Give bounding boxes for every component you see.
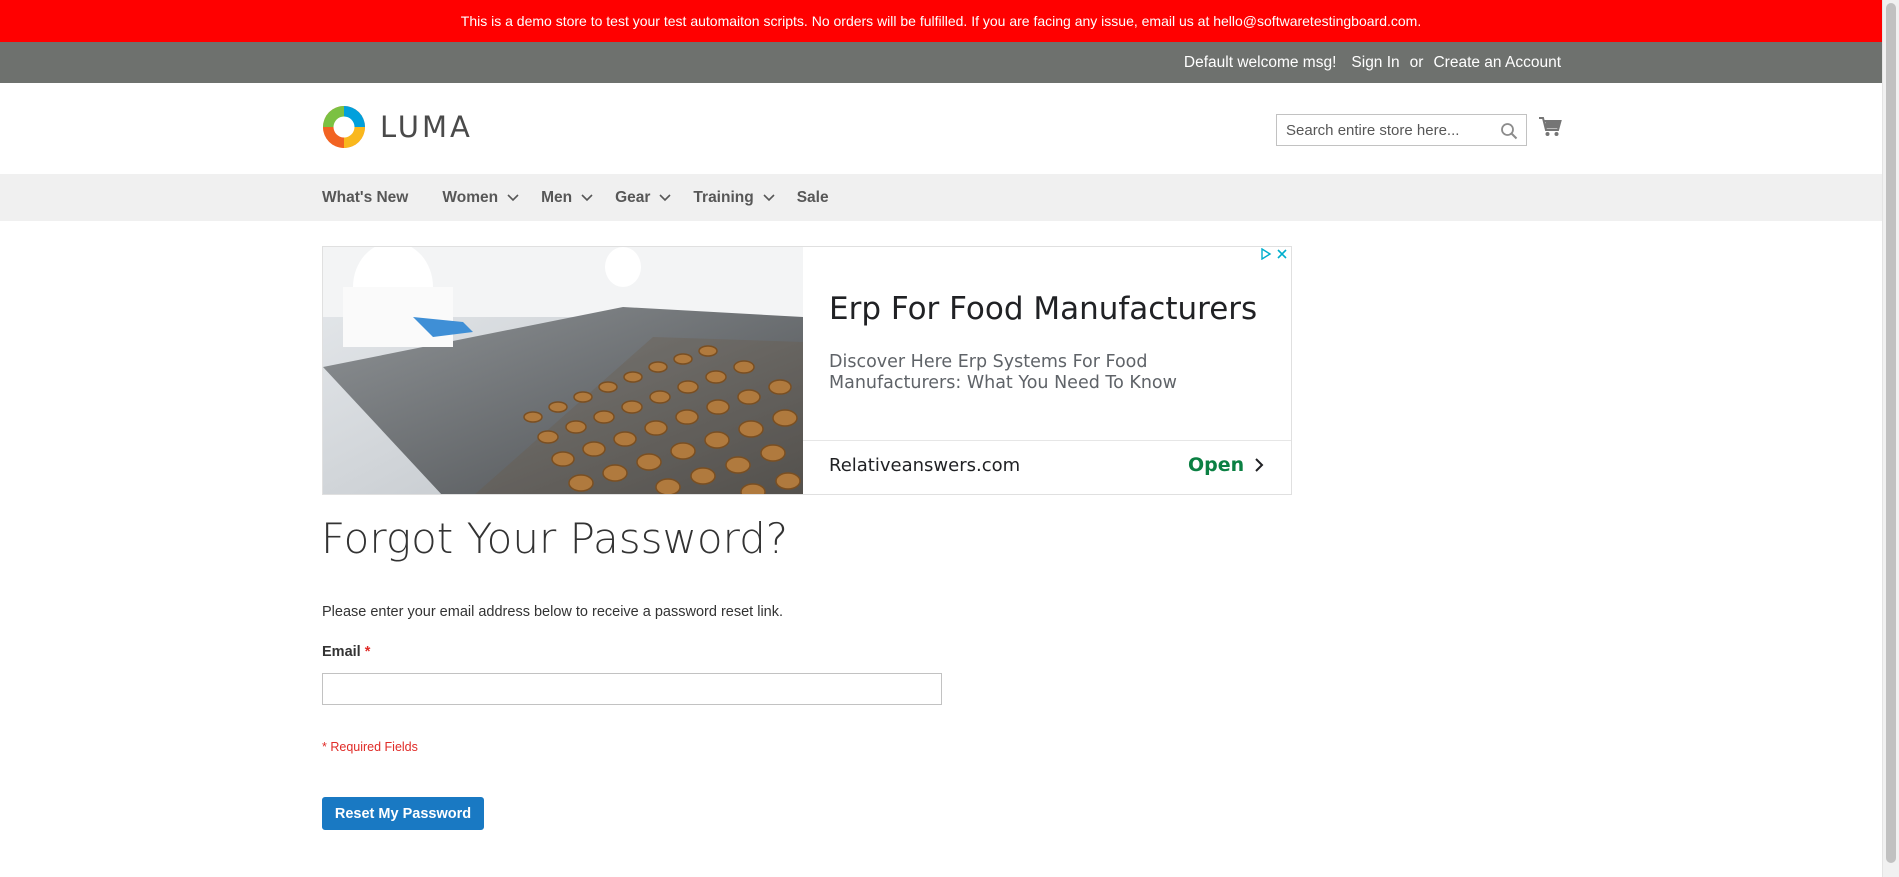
nav-item-whats-new[interactable]: What's New	[322, 174, 408, 221]
create-account-link[interactable]: Create an Account	[1433, 54, 1561, 72]
main-navigation: What's New Women Men Gear Training Sale	[0, 174, 1882, 221]
ad-description[interactable]: Discover Here Erp Systems For Food Manuf…	[829, 352, 1269, 394]
demo-notice-bar: This is a demo store to test your test a…	[0, 0, 1882, 42]
required-marker: *	[364, 644, 371, 660]
sign-in-link[interactable]: Sign In	[1351, 54, 1399, 72]
ad-open-label: Open	[1188, 454, 1245, 476]
email-field[interactable]	[322, 673, 942, 705]
nav-item-men[interactable]: Men	[541, 174, 593, 221]
header-content: LUMA	[0, 83, 1882, 174]
email-label: Email *	[322, 644, 370, 660]
welcome-message: Default welcome msg!	[1183, 53, 1337, 71]
nav-item-women[interactable]: Women	[442, 174, 519, 221]
page-scrollbar[interactable]	[1882, 0, 1899, 877]
nav-item-sale[interactable]: Sale	[797, 174, 829, 221]
advertisement[interactable]: Erp For Food Manufacturers Discover Here…	[322, 246, 1292, 495]
search-box	[1276, 114, 1527, 146]
or-separator: or	[1409, 53, 1424, 71]
page-title: Forgot Your Password?	[321, 514, 789, 563]
chevron-down-icon	[507, 193, 519, 201]
search-icon[interactable]	[1500, 122, 1518, 140]
nav-item-gear[interactable]: Gear	[615, 174, 671, 221]
email-label-text: Email	[322, 644, 361, 660]
chevron-down-icon	[763, 193, 775, 201]
nav-menu: What's New Women Men Gear Training Sale	[322, 174, 863, 221]
cart-icon[interactable]	[1538, 116, 1562, 138]
nav-item-label: Training	[693, 188, 754, 206]
ad-headline[interactable]: Erp For Food Manufacturers	[829, 291, 1257, 327]
close-icon[interactable]	[1276, 248, 1288, 260]
header-panel: Default welcome msg! Sign In or Create a…	[0, 42, 1882, 83]
header-links: Default welcome msg! Sign In or Create a…	[1184, 42, 1561, 83]
nav-item-label: Women	[442, 188, 499, 206]
ad-image[interactable]	[323, 247, 803, 495]
logo-text: LUMA	[380, 110, 473, 144]
demo-notice-text: This is a demo store to test your test a…	[460, 13, 1422, 29]
nav-item-label: Men	[541, 188, 573, 206]
adchoices-icon[interactable]	[1260, 248, 1272, 260]
ad-divider	[803, 440, 1291, 441]
reset-password-button[interactable]: Reset My Password	[322, 797, 484, 830]
nav-item-label: What's New	[322, 188, 409, 206]
required-fields-note: * Required Fields	[322, 740, 418, 754]
nav-item-training[interactable]: Training	[693, 174, 775, 221]
chevron-right-icon	[1255, 458, 1264, 472]
logo[interactable]: LUMA	[322, 105, 473, 149]
nav-item-label: Gear	[615, 188, 651, 206]
ad-domain[interactable]: Relativeanswers.com	[829, 455, 1020, 476]
nav-item-label: Sale	[796, 188, 829, 206]
ad-open-button[interactable]: Open	[1188, 454, 1266, 476]
chevron-down-icon	[659, 193, 671, 201]
luma-logo-icon	[323, 106, 365, 148]
intro-text: Please enter your email address below to…	[322, 604, 784, 620]
search-input[interactable]	[1277, 115, 1526, 145]
chevron-down-icon	[581, 193, 593, 201]
ad-choices	[1260, 248, 1288, 260]
scrollbar-thumb[interactable]	[1886, 3, 1896, 863]
